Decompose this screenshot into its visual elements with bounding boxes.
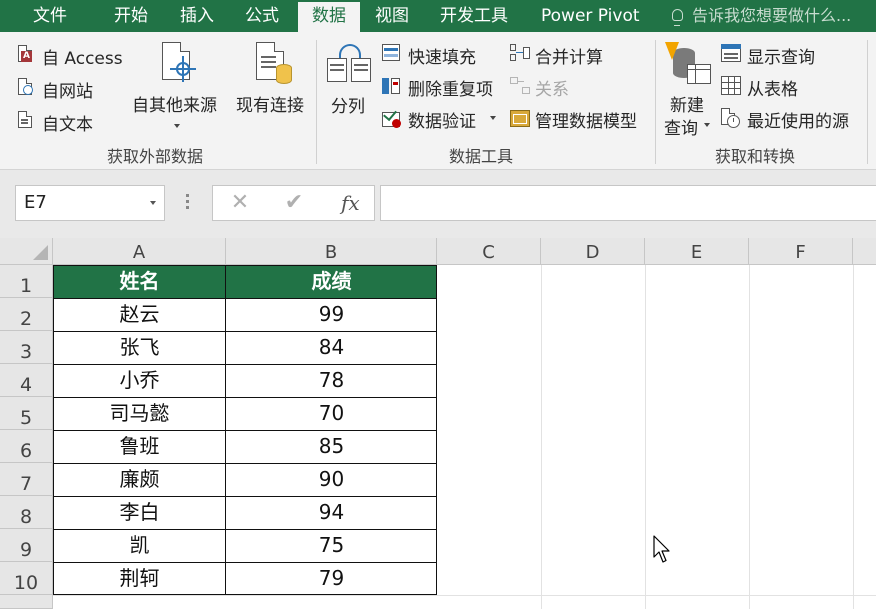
ribbon-data: A 自 Access 自网站 自文本 自其他来源 现有连接 获取外部数据 分列 … — [0, 32, 876, 170]
table-border — [53, 562, 437, 563]
row-header[interactable]: 2 — [0, 298, 53, 331]
grid-line — [853, 265, 854, 609]
group-divider — [867, 40, 868, 164]
recent-sources-button[interactable]: 最近使用的源 — [747, 107, 849, 132]
insert-function-icon[interactable]: fx — [341, 186, 360, 220]
select-all-button[interactable] — [0, 238, 53, 265]
chevron-down-icon[interactable] — [490, 116, 496, 120]
tab-formulas[interactable]: 公式 — [245, 0, 279, 32]
column-header-e[interactable]: E — [645, 238, 749, 265]
row-header[interactable]: 11 — [0, 595, 53, 609]
existing-connections-icon — [256, 42, 301, 90]
other-sources-icon — [160, 42, 200, 92]
tell-me-text: 告诉我您想要做什么... — [692, 6, 852, 25]
table-border — [53, 430, 437, 431]
name-box-value: E7 — [24, 192, 47, 213]
table-border — [53, 364, 437, 365]
chevron-down-icon[interactable] — [150, 201, 156, 205]
tab-data[interactable]: 数据 — [298, 2, 360, 32]
new-query-button[interactable]: 查询 — [664, 114, 698, 139]
row-header[interactable]: 9 — [0, 529, 53, 562]
lightbulb-icon — [672, 9, 683, 26]
chevron-down-icon[interactable] — [174, 124, 180, 128]
row-header[interactable]: 1 — [0, 265, 53, 298]
mouse-pointer-icon — [653, 535, 670, 563]
from-access-button[interactable]: 自 Access — [42, 44, 123, 69]
tab-view[interactable]: 视图 — [375, 0, 409, 32]
text-to-columns-button[interactable]: 分列 — [331, 92, 365, 117]
table-border — [53, 397, 437, 398]
show-queries-icon — [721, 44, 741, 64]
table-border — [53, 298, 437, 299]
group-label-data-tools: 数据工具 — [449, 147, 514, 166]
row-header[interactable]: 10 — [0, 562, 53, 595]
flash-fill-button[interactable]: 快速填充 — [408, 43, 476, 68]
formula-bar-resize-handle[interactable] — [186, 194, 189, 212]
data-validation-button[interactable]: 数据验证 — [408, 107, 476, 132]
enter-icon[interactable]: ✔ — [279, 186, 309, 220]
ribbon-tab-bar: 文件 开始 插入 公式 数据 视图 开发工具 Power Pivot 告诉我您想… — [0, 0, 876, 32]
row-header[interactable]: 4 — [0, 364, 53, 397]
relationships-button[interactable]: 关系 — [535, 75, 569, 100]
cancel-icon[interactable]: ✕ — [225, 186, 255, 220]
show-queries-button[interactable]: 显示查询 — [747, 43, 815, 68]
formula-bar: E7 ✕ ✔ fx — [0, 170, 876, 238]
tab-power-pivot[interactable]: Power Pivot — [541, 0, 640, 32]
group-divider — [655, 40, 656, 164]
column-header-b[interactable]: B — [226, 238, 437, 265]
group-label-get-transform: 获取和转换 — [715, 147, 796, 166]
from-web-button[interactable]: 自网站 — [42, 77, 93, 102]
table-border — [53, 529, 437, 530]
formula-buttons: ✕ ✔ fx — [212, 185, 375, 221]
chevron-down-icon[interactable] — [704, 123, 710, 127]
new-query-label[interactable]: 新建 — [670, 91, 704, 116]
row-header[interactable]: 7 — [0, 463, 53, 496]
column-header-g[interactable] — [853, 238, 876, 265]
grid-line — [541, 265, 542, 609]
row-header[interactable]: 3 — [0, 331, 53, 364]
remove-duplicates-button[interactable]: 删除重复项 — [408, 75, 493, 100]
consolidate-button[interactable]: 合并计算 — [535, 43, 603, 68]
text-to-columns-icon — [327, 44, 373, 86]
tab-home[interactable]: 开始 — [114, 0, 148, 32]
tab-file[interactable]: 文件 — [33, 0, 67, 32]
table-border — [53, 463, 437, 464]
row-header[interactable]: 6 — [0, 430, 53, 463]
grid-line — [53, 595, 876, 596]
column-header-f[interactable]: F — [749, 238, 853, 265]
row-header[interactable]: 8 — [0, 496, 53, 529]
table-border — [53, 331, 437, 332]
table-border — [53, 496, 437, 497]
new-query-icon — [663, 42, 713, 90]
from-table-icon — [721, 76, 741, 96]
consolidate-icon — [510, 44, 530, 64]
column-header-d[interactable]: D — [541, 238, 645, 265]
worksheet-grid[interactable]: A B C D E F 1 2 3 4 5 6 7 8 9 10 11 姓名 成… — [0, 238, 876, 609]
column-header-c[interactable]: C — [437, 238, 541, 265]
from-table-button[interactable]: 从表格 — [747, 75, 798, 100]
manage-data-model-button[interactable]: 管理数据模型 — [535, 107, 637, 132]
from-text-button[interactable]: 自文本 — [42, 110, 93, 135]
tab-developer[interactable]: 开发工具 — [440, 0, 508, 32]
name-box[interactable]: E7 — [15, 185, 165, 221]
remove-duplicates-icon — [382, 76, 402, 96]
group-label-get-external-data: 获取外部数据 — [107, 147, 204, 166]
grid-line — [645, 265, 646, 609]
group-divider — [316, 40, 317, 164]
recent-sources-icon — [721, 108, 743, 130]
manage-data-model-icon — [510, 108, 532, 128]
tab-insert[interactable]: 插入 — [180, 0, 214, 32]
grid-line — [749, 265, 750, 609]
existing-connections-button[interactable]: 现有连接 — [236, 91, 304, 116]
formula-input[interactable] — [380, 185, 876, 221]
flash-fill-icon — [382, 44, 402, 62]
from-other-sources-button[interactable]: 自其他来源 — [132, 91, 217, 116]
data-validation-icon — [382, 106, 402, 128]
column-header-a[interactable]: A — [53, 238, 226, 265]
relationships-icon — [510, 76, 532, 96]
row-header[interactable]: 5 — [0, 397, 53, 430]
